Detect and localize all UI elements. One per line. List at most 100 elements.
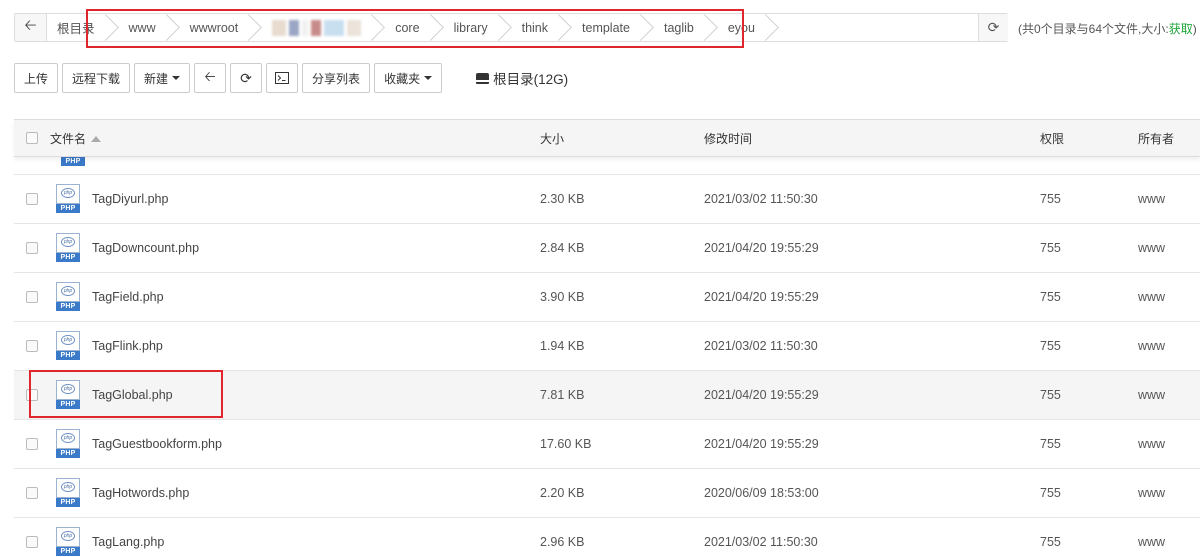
caret-down-icon <box>172 76 181 80</box>
upload-button[interactable]: 上传 <box>14 63 59 93</box>
column-header-owner[interactable]: 所有者 <box>1138 130 1200 147</box>
file-perm[interactable]: 755 <box>1040 241 1138 255</box>
file-perm[interactable]: 755 <box>1040 388 1138 402</box>
table-row[interactable]: php PHP TagGlobal.php 7.81 KB 2021/04/20 19:… <box>14 371 1200 420</box>
breadcrumb-item-template[interactable]: template <box>564 14 646 41</box>
row-checkbox[interactable] <box>26 438 38 450</box>
table-row[interactable]: php PHP TagGuestbookform.php 17.60 KB 2021/0… <box>14 420 1200 469</box>
row-checkbox[interactable] <box>26 291 38 303</box>
file-owner[interactable]: www <box>1138 290 1200 304</box>
file-size: 2.96 KB <box>540 535 585 549</box>
summary-text: (共0个目录与64个文件,大小: <box>1018 22 1169 36</box>
row-checkbox[interactable] <box>26 242 38 254</box>
file-size: 2.20 KB <box>540 486 585 500</box>
table-row[interactable]: php PHP TagField.php 3.90 KB 2021/04/20 19:5… <box>14 273 1200 322</box>
file-perm[interactable]: 755 <box>1040 290 1138 304</box>
refresh-icon[interactable]: ⟳ <box>230 63 263 93</box>
file-owner[interactable]: www <box>1138 388 1200 402</box>
file-owner[interactable]: www <box>1138 339 1200 353</box>
file-mtime: 2021/03/02 11:50:30 <box>704 339 818 353</box>
file-mtime: 2021/03/02 11:50:30 <box>704 192 818 206</box>
file-perm[interactable]: 755 <box>1040 339 1138 353</box>
file-name[interactable]: TagField.php <box>92 290 164 304</box>
file-perm[interactable]: 755 <box>1040 535 1138 549</box>
new-dropdown-button[interactable]: 新建 <box>134 63 191 93</box>
file-size: 2.30 KB <box>540 192 585 206</box>
redacted-blur <box>272 19 287 36</box>
php-file-icon: phpPHP <box>55 478 81 508</box>
table-row[interactable]: php PHP TagDiyurl.php 2.30 KB 2021/03/02 11:… <box>14 175 1200 224</box>
breadcrumb-item-core[interactable]: core <box>377 14 435 41</box>
breadcrumb-item-eyou[interactable]: eyou <box>710 14 771 41</box>
file-perm[interactable]: 755 <box>1040 192 1138 206</box>
fetch-size-link[interactable]: 获取 <box>1169 22 1193 36</box>
file-owner[interactable]: www <box>1138 241 1200 255</box>
file-owner[interactable]: www <box>1138 437 1200 451</box>
breadcrumb: 根目录 www wwwroot core library think templ… <box>47 14 771 41</box>
file-mtime: 2021/03/02 11:50:30 <box>704 535 818 549</box>
php-file-icon: phpPHP <box>55 184 81 214</box>
file-mtime: 2021/04/20 19:55:29 <box>704 388 819 402</box>
file-size: 3.90 KB <box>540 290 585 304</box>
file-name[interactable]: TagGlobal.php <box>92 388 173 402</box>
file-perm[interactable]: 755 <box>1040 437 1138 451</box>
summary-close: ) <box>1192 22 1197 36</box>
column-header-name[interactable]: 文件名 <box>50 130 540 147</box>
breadcrumb-item-library[interactable]: library <box>436 14 504 41</box>
file-name[interactable]: TagDowncount.php <box>92 241 199 255</box>
table-row[interactable]: php PHP TagHotwords.php 2.20 KB 2020/06/09 1… <box>14 469 1200 518</box>
breadcrumb-item-redacted[interactable] <box>254 14 377 41</box>
file-perm[interactable]: 755 <box>1040 486 1138 500</box>
breadcrumb-item-taglib[interactable]: taglib <box>646 14 710 41</box>
remote-download-button[interactable]: 远程下载 <box>62 63 131 93</box>
file-table: 文件名 大小 修改时间 权限 所有者 phpPHP phpPHP TagDiyur… <box>14 119 1200 557</box>
file-name[interactable]: TagHotwords.php <box>92 486 189 500</box>
row-checkbox[interactable] <box>26 389 38 401</box>
php-file-icon: phpPHP <box>55 233 81 263</box>
terminal-icon[interactable] <box>266 63 299 93</box>
caret-down-icon <box>424 76 433 80</box>
row-checkbox[interactable] <box>26 193 38 205</box>
select-all-checkbox[interactable] <box>26 132 38 144</box>
row-checkbox[interactable] <box>26 340 38 352</box>
breadcrumb-item-think[interactable]: think <box>504 14 564 41</box>
file-name[interactable]: TagGuestbookform.php <box>92 437 222 451</box>
redacted-blur <box>289 19 300 36</box>
file-name[interactable]: TagFlink.php <box>92 339 163 353</box>
table-row[interactable]: php PHP TagFlink.php 1.94 KB 2021/03/02 11:5… <box>14 322 1200 371</box>
file-owner[interactable]: www <box>1138 535 1200 549</box>
file-name[interactable]: TagDiyurl.php <box>92 192 168 206</box>
share-list-button[interactable]: 分享列表 <box>302 63 371 93</box>
file-mtime: 2020/06/09 18:53:00 <box>704 486 819 500</box>
file-mtime: 2021/04/20 19:55:29 <box>704 290 819 304</box>
php-file-icon: phpPHP <box>60 157 86 167</box>
back-arrow-icon[interactable]: 🡠 <box>15 14 47 41</box>
redacted-blur <box>311 19 322 36</box>
column-header-perm[interactable]: 权限 <box>1040 130 1138 147</box>
table-row[interactable]: php PHP TagDowncount.php 2.84 KB 2021/04/20 … <box>14 224 1200 273</box>
column-header-mtime[interactable]: 修改时间 <box>704 130 1040 147</box>
table-row[interactable]: php PHP TagLang.php 2.96 KB 2021/03/02 11:50… <box>14 518 1200 557</box>
file-name[interactable]: TagLang.php <box>92 535 164 549</box>
breadcrumb-item-root[interactable]: 根目录 <box>47 14 111 41</box>
new-label: 新建 <box>144 71 169 86</box>
directory-summary: (共0个目录与64个文件,大小:获取) <box>1018 20 1197 37</box>
php-file-icon: phpPHP <box>55 282 81 312</box>
breadcrumb-item-www[interactable]: www <box>111 14 172 41</box>
redacted-blur <box>324 19 345 36</box>
row-checkbox[interactable] <box>26 487 38 499</box>
file-size: 2.84 KB <box>540 241 585 255</box>
back-arrow-icon[interactable]: 🡠 <box>194 63 227 93</box>
column-header-size[interactable]: 大小 <box>540 130 704 147</box>
disk-selector[interactable]: 根目录(12G) <box>476 68 568 88</box>
breadcrumb-item-wwwroot[interactable]: wwwroot <box>172 14 255 41</box>
redacted-blur <box>347 19 362 36</box>
file-owner[interactable]: www <box>1138 486 1200 500</box>
file-size: 17.60 KB <box>540 437 592 451</box>
file-size: 1.94 KB <box>540 339 585 353</box>
row-checkbox[interactable] <box>26 536 38 548</box>
file-size: 7.81 KB <box>540 388 585 402</box>
refresh-icon[interactable]: ⟳ <box>978 14 1008 41</box>
favorites-dropdown-button[interactable]: 收藏夹 <box>374 63 443 93</box>
file-owner[interactable]: www <box>1138 192 1200 206</box>
